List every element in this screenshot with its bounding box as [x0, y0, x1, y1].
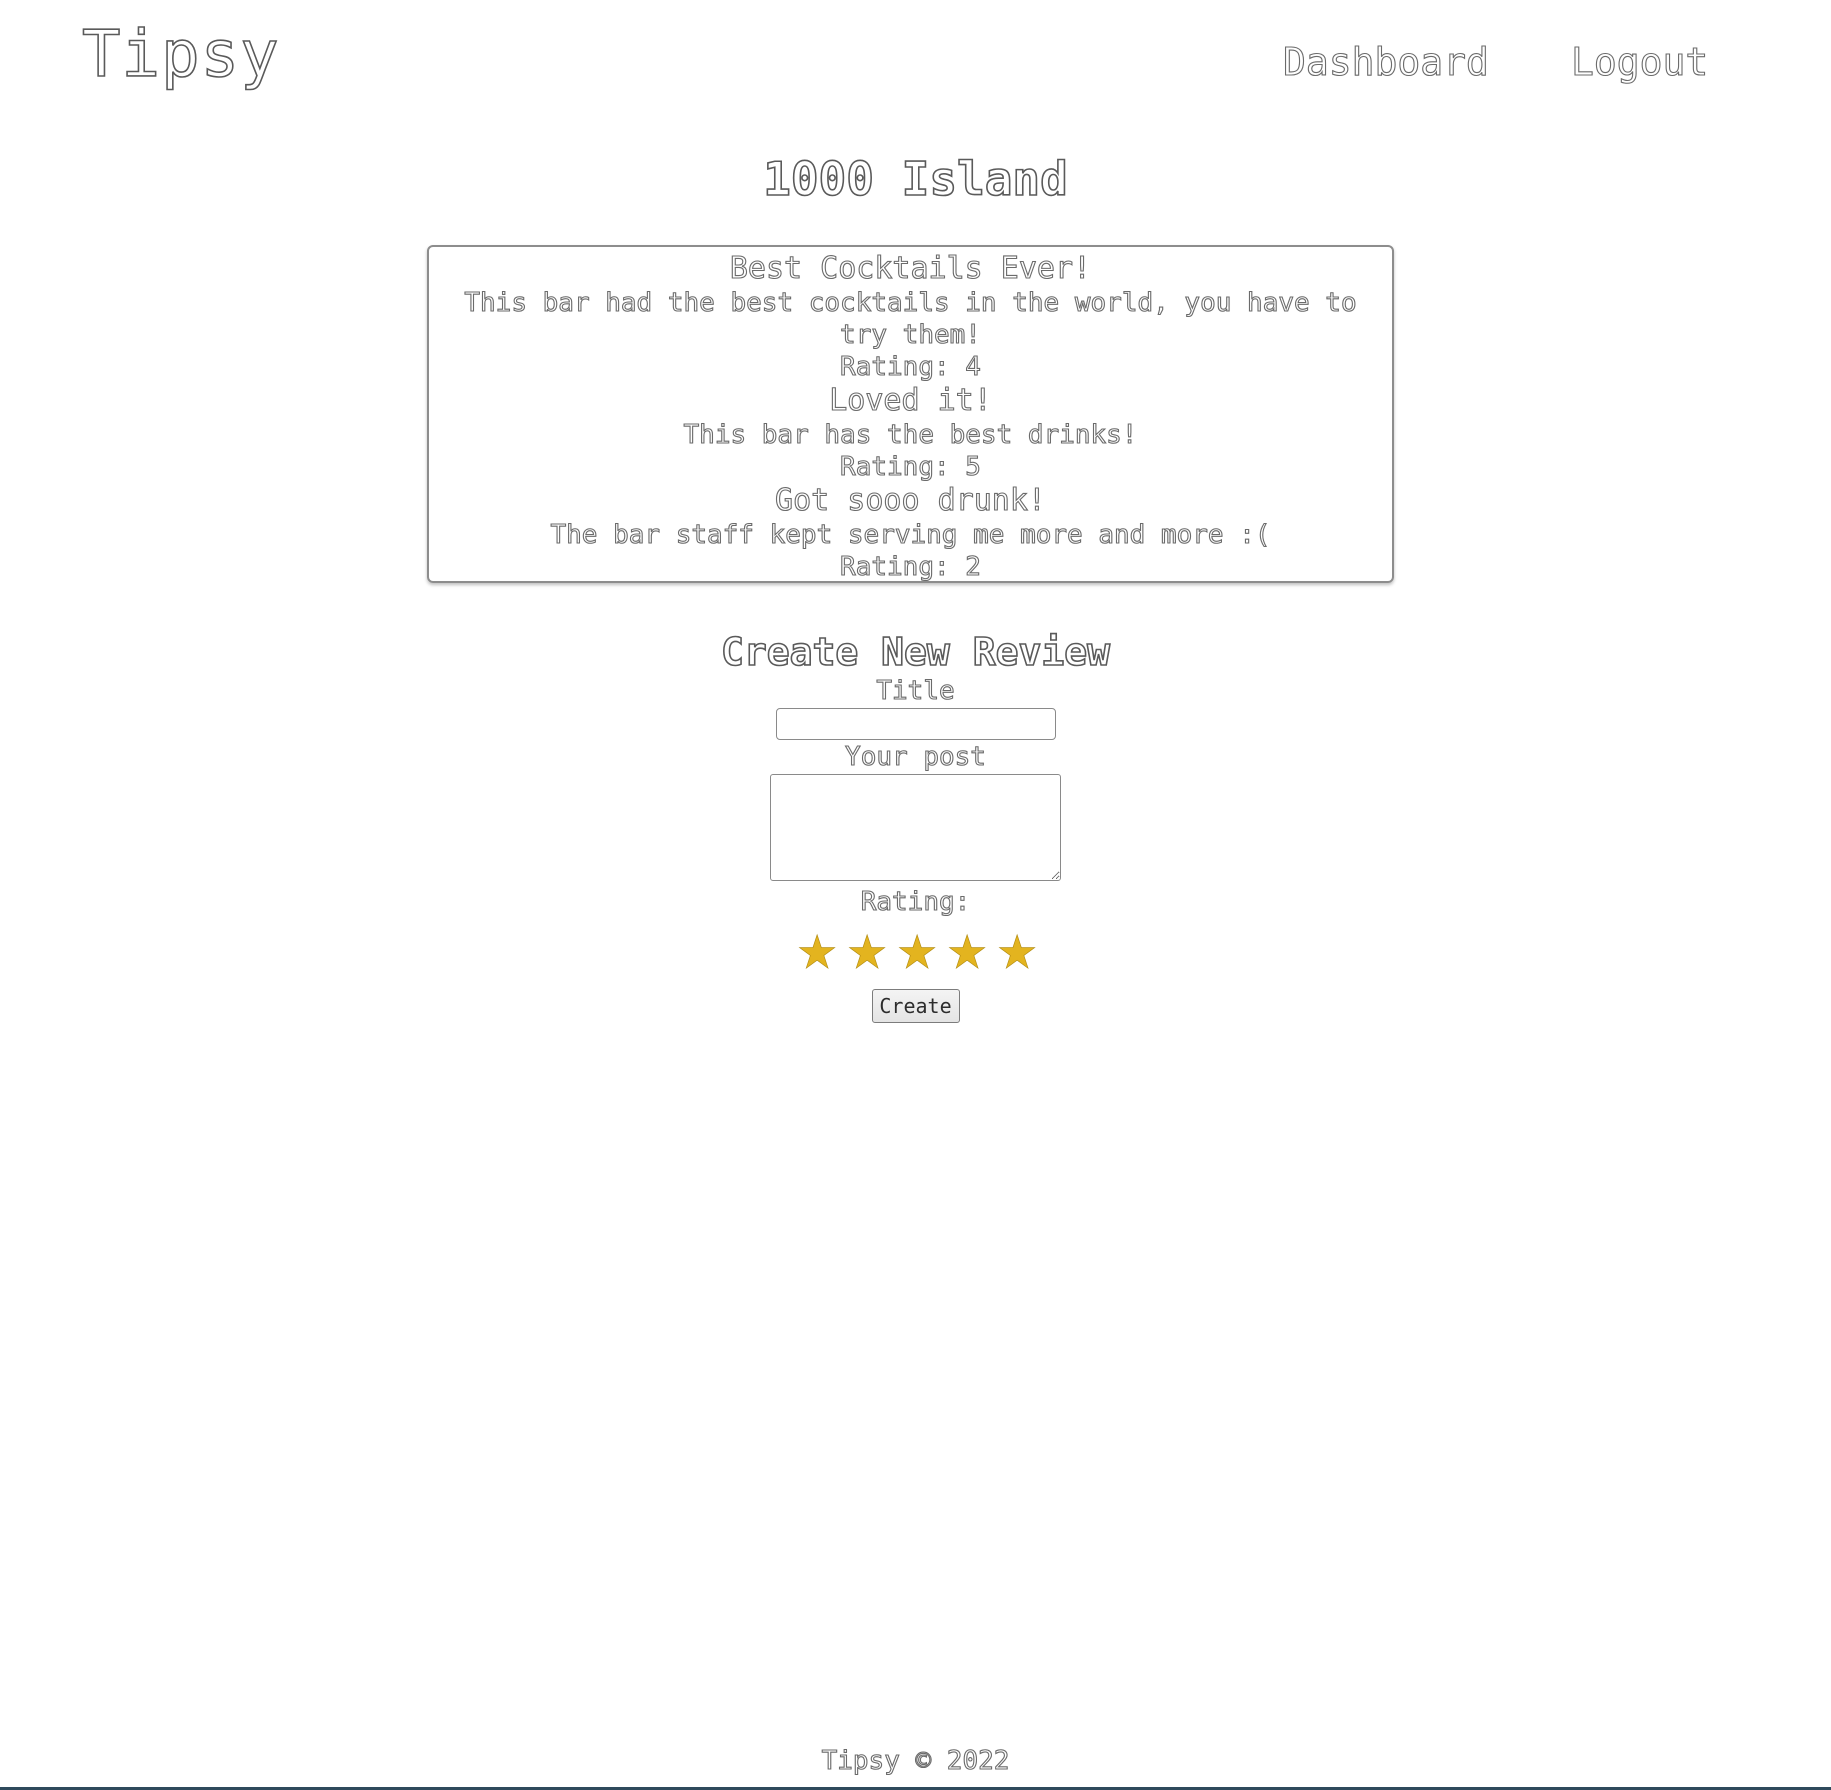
create-button[interactable]: Create — [871, 989, 960, 1023]
review-rating: Rating: 4 — [839, 351, 981, 382]
brand-logo[interactable]: Tipsy — [81, 17, 280, 93]
review-item: Got sooo drunk! The bar staff kept servi… — [447, 482, 1374, 582]
nav-logout-link[interactable]: Logout — [1570, 39, 1708, 84]
review-title: Loved it! — [829, 382, 993, 418]
reviews-list: Best Cocktails Ever! This bar had the be… — [427, 245, 1394, 583]
review-rating: Rating: 2 — [839, 551, 981, 582]
review-title: Best Cocktails Ever! — [729, 250, 1092, 286]
review-rating: Rating: 5 — [839, 451, 981, 482]
review-body: This bar had the best cocktails in the w… — [464, 287, 1357, 350]
star-rating: ★ ★ ★ ★ ★ — [0, 929, 1831, 976]
rating-label: Rating: — [860, 886, 971, 917]
post-textarea[interactable] — [770, 774, 1061, 881]
review-title: Got sooo drunk! — [774, 482, 1046, 518]
star-icon[interactable]: ★ — [896, 929, 938, 976]
post-label: Your post — [844, 741, 986, 772]
star-icon[interactable]: ★ — [996, 929, 1038, 976]
star-icon[interactable]: ★ — [846, 929, 888, 976]
review-item: Loved it! This bar has the best drinks! … — [447, 382, 1374, 483]
review-item: Best Cocktails Ever! This bar had the be… — [447, 250, 1374, 383]
create-review-heading: Create New Review — [720, 629, 1111, 675]
star-icon[interactable]: ★ — [796, 929, 838, 976]
create-review-form: Create New Review Title Your post Rating… — [0, 628, 1831, 1023]
star-icon[interactable]: ★ — [946, 929, 988, 976]
title-input[interactable] — [775, 708, 1056, 740]
site-footer: Tipsy © 2022 — [821, 1745, 1010, 1776]
venue-title: 1000 Island — [762, 151, 1068, 207]
review-body: The bar staff kept serving me more and m… — [550, 519, 1271, 550]
review-body: This bar has the best drinks! — [683, 419, 1138, 450]
site-header: Tipsy Dashboard Logout — [0, 0, 1831, 120]
title-label: Title — [876, 675, 955, 706]
nav-dashboard-link[interactable]: Dashboard — [1282, 39, 1489, 84]
